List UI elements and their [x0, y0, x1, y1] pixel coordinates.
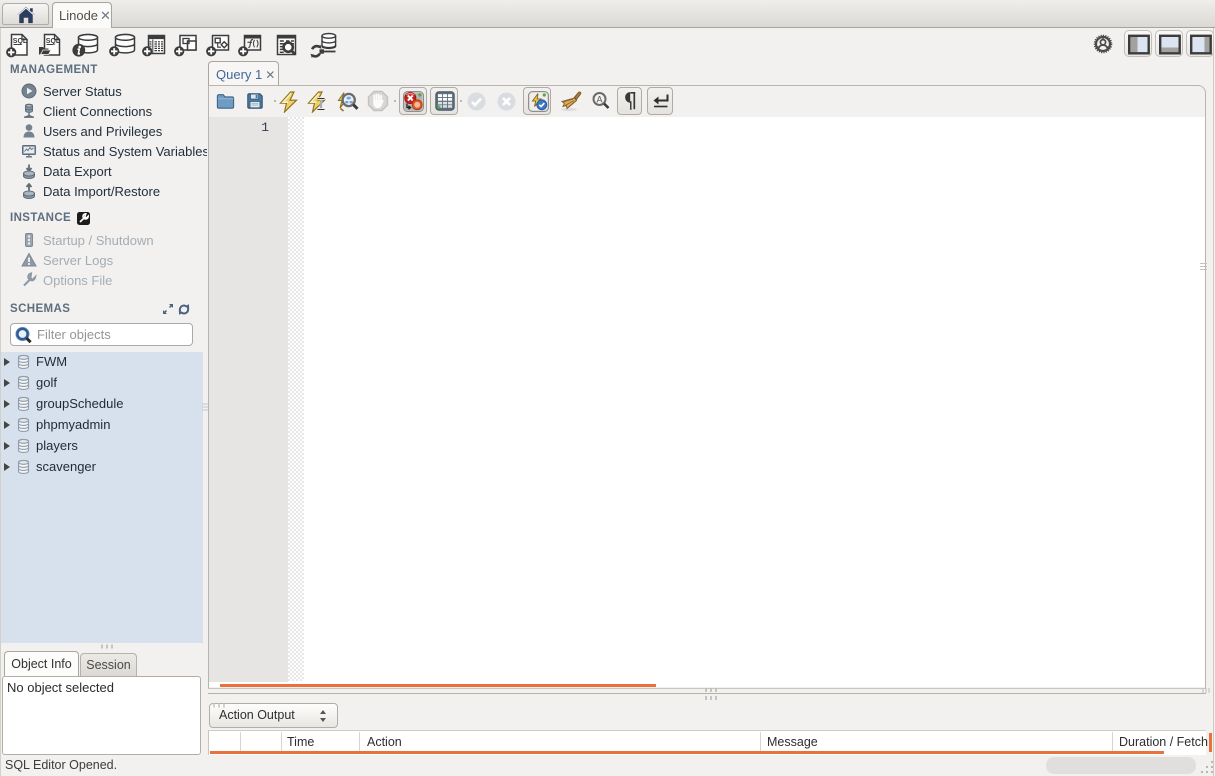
svg-text:SQL: SQL	[13, 38, 28, 45]
svg-text:SQL: SQL	[46, 38, 61, 45]
